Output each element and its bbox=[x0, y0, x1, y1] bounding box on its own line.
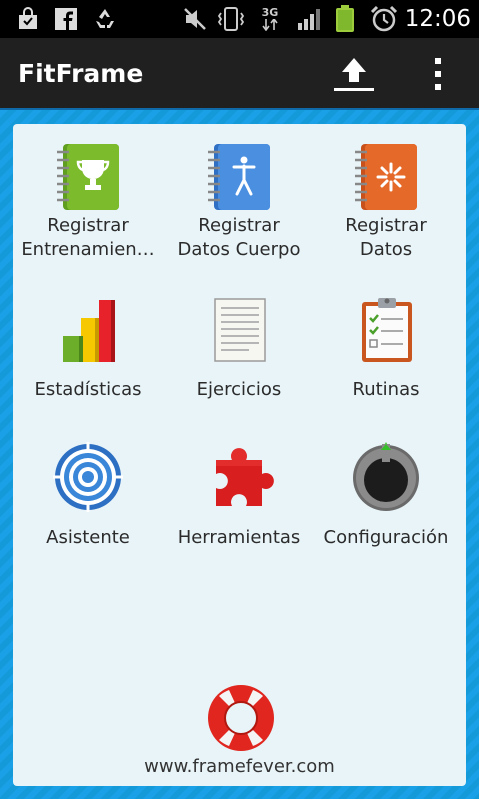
tile-label: Asistente bbox=[46, 527, 130, 548]
tile-label-line1: Registrar bbox=[47, 215, 129, 236]
action-bar: FitFrame bbox=[0, 38, 479, 110]
tile-label-line1: Registrar bbox=[345, 215, 427, 236]
tile-label: Rutinas bbox=[352, 379, 420, 400]
tile-label-line2: Datos Cuerpo bbox=[177, 239, 301, 260]
document-icon bbox=[204, 296, 274, 366]
tile-label: Ejercicios bbox=[196, 379, 282, 400]
upload-icon[interactable] bbox=[330, 54, 378, 94]
website-link[interactable]: www.framefever.com bbox=[13, 756, 466, 777]
status-bar: 3G 12:06 bbox=[0, 0, 479, 38]
tile-registrar-datos-cuerpo[interactable]: Registrar Datos Cuerpo bbox=[164, 142, 314, 272]
facebook-icon bbox=[52, 0, 80, 38]
tile-label: Estadísticas bbox=[34, 379, 142, 400]
bar-chart-icon bbox=[53, 296, 123, 366]
tile-registrar-datos[interactable]: Registrar Datos bbox=[311, 142, 461, 272]
tile-herramientas[interactable]: Herramientas bbox=[164, 442, 314, 572]
tile-estadisticas[interactable]: Estadísticas bbox=[13, 296, 163, 426]
target-icon bbox=[53, 442, 123, 512]
mute-icon bbox=[180, 0, 210, 38]
app-title: FitFrame bbox=[18, 59, 144, 88]
tile-label: Configuración bbox=[323, 527, 449, 548]
dashboard-panel: Registrar Entrenamien… Registrar Datos C… bbox=[13, 124, 466, 786]
tile-label: Herramientas bbox=[177, 527, 301, 548]
alarm-icon bbox=[368, 0, 400, 38]
network-label: 3G bbox=[261, 6, 279, 19]
trophy-notebook-icon bbox=[53, 142, 123, 212]
puzzle-icon bbox=[204, 442, 274, 512]
recycle-icon bbox=[90, 0, 120, 38]
lifebuoy-icon[interactable] bbox=[205, 682, 277, 754]
tile-configuracion[interactable]: Configuración bbox=[311, 442, 461, 572]
status-time: 12:06 bbox=[404, 6, 471, 32]
tile-ejercicios[interactable]: Ejercicios bbox=[164, 296, 314, 426]
tile-asistente[interactable]: Asistente bbox=[13, 442, 163, 572]
tile-registrar-entrenamiento[interactable]: Registrar Entrenamien… bbox=[13, 142, 163, 272]
tile-rutinas[interactable]: Rutinas bbox=[311, 296, 461, 426]
tile-label-line1: Registrar bbox=[198, 215, 280, 236]
battery-icon bbox=[332, 0, 358, 38]
body-notebook-icon bbox=[204, 142, 274, 212]
vibrate-icon bbox=[214, 0, 248, 38]
data-notebook-icon bbox=[351, 142, 421, 212]
settings-knob-icon bbox=[351, 442, 421, 512]
overflow-menu-icon[interactable] bbox=[420, 52, 456, 96]
network-3g-icon: 3G bbox=[254, 0, 286, 38]
tile-label-line2: Datos bbox=[359, 239, 413, 260]
clipboard-checklist-icon bbox=[351, 296, 421, 366]
signal-icon bbox=[294, 0, 324, 38]
tile-label-line2: Entrenamien… bbox=[21, 239, 155, 260]
shopping-bag-icon bbox=[14, 0, 42, 38]
